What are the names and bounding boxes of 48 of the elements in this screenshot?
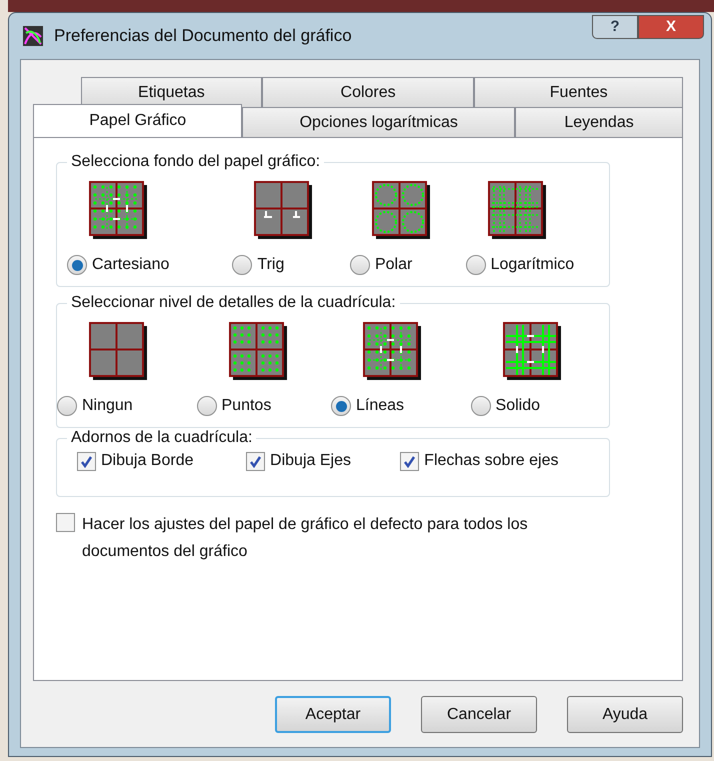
radio-label: Puntos: [222, 396, 272, 416]
checkbox[interactable]: [400, 452, 420, 470]
grid-pattern-icon: [228, 322, 286, 380]
radio-button[interactable]: [331, 396, 352, 416]
dialog-button[interactable]: Aceptar: [275, 696, 391, 733]
grid-pattern-icon: [363, 322, 422, 380]
checkbox-label: Dibuja Borde: [101, 451, 194, 471]
window-title: Preferencias del Documento del gráfico: [54, 25, 352, 48]
grid-pattern-icon: [89, 322, 147, 380]
grid-pattern-icon: [502, 322, 561, 380]
radio-label: Líneas: [356, 396, 404, 416]
radio-label: Cartesiano: [92, 255, 170, 275]
radio-button[interactable]: [470, 396, 491, 416]
app-icon: [22, 25, 44, 47]
checkmark-icon: [403, 454, 416, 468]
checkmark-icon: [249, 454, 262, 468]
checkbox[interactable]: [77, 452, 96, 470]
checkbox-label: Flechas sobre ejes: [424, 451, 558, 471]
radio-button[interactable]: [350, 255, 370, 275]
checkbox[interactable]: [246, 452, 266, 470]
tab[interactable]: Leyendas: [515, 107, 683, 138]
checkbox[interactable]: [56, 513, 75, 532]
grid-pattern-icon: [254, 181, 312, 239]
tab[interactable]: Papel Gráfico: [33, 104, 242, 137]
group-title: Selecciona fondo del papel gráfico:: [67, 152, 324, 172]
grid-pattern-icon: [372, 181, 430, 239]
radio-label: Trig: [257, 255, 284, 275]
radio-button[interactable]: [466, 255, 486, 275]
radio-label: Logarítmico: [490, 255, 574, 275]
radio-button[interactable]: [232, 255, 252, 275]
checkmark-icon: [80, 454, 93, 468]
radio-label: Solido: [496, 396, 540, 416]
dialog-button[interactable]: Ayuda: [567, 696, 683, 733]
radio-label: Ningun: [82, 396, 133, 416]
tab[interactable]: Fuentes: [474, 77, 683, 108]
tab[interactable]: Colores: [262, 77, 474, 108]
help-button[interactable]: ?: [592, 15, 638, 39]
dialog-button[interactable]: Cancelar: [421, 696, 537, 733]
checkbox-label: Hacer los ajustes del papel de gráfico el defecto para todos los documentos del gráfico: [82, 515, 529, 562]
close-button[interactable]: X: [638, 15, 704, 39]
radio-button[interactable]: [57, 396, 77, 416]
radio-button[interactable]: [196, 396, 216, 416]
radio-button[interactable]: [67, 255, 87, 275]
radio-label: Polar: [374, 255, 412, 275]
grid-pattern-icon: [89, 181, 147, 239]
tab[interactable]: Opciones logarítmicas: [242, 107, 516, 138]
grid-pattern-icon: [488, 181, 546, 239]
checkbox-label: Dibuja Ejes: [270, 451, 351, 471]
